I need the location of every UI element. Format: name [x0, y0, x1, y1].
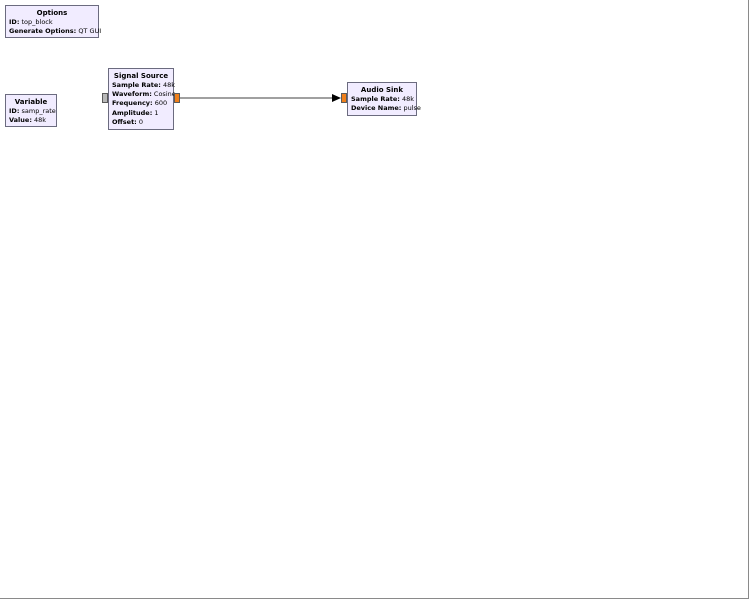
param-sample-rate: Sample Rate: 48k	[112, 81, 176, 89]
param-value: Value: 48k	[9, 116, 47, 125]
block-title: Variable	[14, 98, 48, 106]
block-title: Audio Sink	[360, 86, 404, 94]
param-waveform: Waveform: Cosine	[112, 90, 176, 99]
signal-source-output-port[interactable]	[174, 93, 180, 103]
param-id: ID: samp_rate	[9, 107, 56, 115]
param-generate-options: Generate Options: QT GUI	[9, 27, 102, 36]
audio-sink-input-port[interactable]	[341, 93, 347, 103]
flowgraph-canvas[interactable]: Options ID: top_block Generate Options: …	[0, 0, 749, 599]
param-sample-rate: Sample Rate: 48k	[351, 95, 415, 103]
signal-source-block[interactable]: Signal Source Sample Rate: 48k Waveform:…	[108, 68, 176, 130]
audio-sink-block[interactable]: Audio Sink Sample Rate: 48k Device Name:…	[347, 82, 421, 116]
param-offset: Offset: 0	[112, 117, 143, 126]
block-title: Signal Source	[113, 72, 169, 80]
variable-block[interactable]: Variable ID: samp_rate Value: 48k	[5, 94, 57, 127]
signal-source-message-port[interactable]	[102, 93, 108, 103]
param-frequency: Frequency: 600	[112, 99, 168, 108]
options-block[interactable]: Options ID: top_block Generate Options: …	[5, 5, 102, 38]
param-device-name: Device Name: pulse	[351, 104, 421, 113]
param-amplitude: Amplitude: 1	[112, 108, 159, 117]
param-id: ID: top_block	[9, 18, 53, 26]
connection-arrowhead	[332, 94, 341, 102]
block-title: Options	[36, 9, 68, 17]
